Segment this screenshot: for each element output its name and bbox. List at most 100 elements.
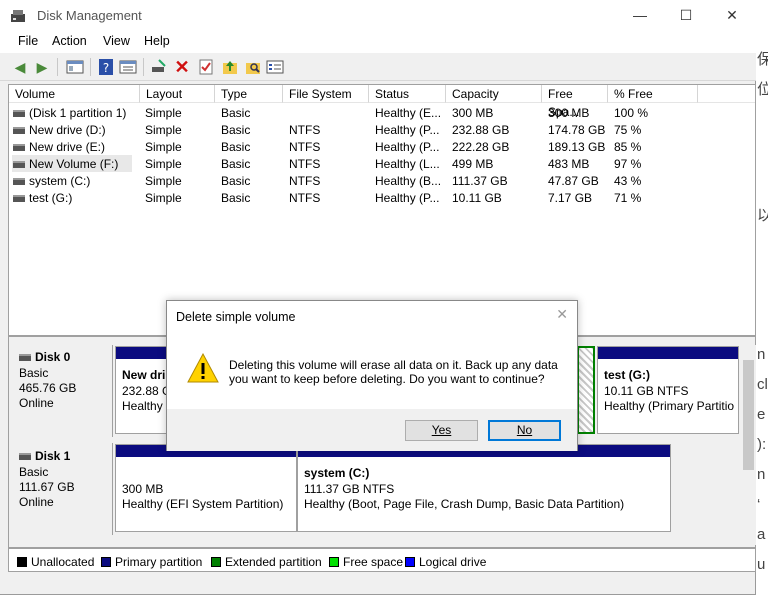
column-header-percent-free[interactable]: % Free (608, 85, 698, 103)
partition-new-drive-d[interactable]: New dri 232.88 G Healthy (115, 346, 171, 434)
volume-cell[interactable]: New Volume (F:) (29, 156, 145, 173)
column-header-empty (698, 85, 755, 103)
legend: Unallocated Primary partition Extended p… (8, 548, 756, 572)
column-header-type[interactable]: Type (215, 85, 283, 103)
drive-icon (13, 144, 25, 151)
minimize-button[interactable]: — (617, 0, 663, 31)
volume-cell: 75 % (614, 123, 642, 137)
disk-0-label[interactable]: Disk 0 Basic 465.76 GB Online (9, 345, 113, 437)
partition-test-g[interactable]: test (G:) 10.11 GB NTFS Healthy (Primary… (597, 346, 739, 434)
dialog-message: Deleting this volume will erase all data… (229, 358, 558, 386)
disk-icon (19, 453, 31, 460)
background-text-fragment: e (757, 406, 766, 423)
back-arrow-icon[interactable]: ◀ (11, 58, 29, 76)
volume-cell: NTFS (289, 140, 321, 154)
partition-system-c[interactable]: system (C:) 111.37 GB NTFS Healthy (Boot… (297, 444, 671, 532)
dialog-close-button[interactable]: ✕ (556, 306, 568, 323)
help-icon[interactable]: ? (97, 58, 115, 76)
check-icon[interactable] (197, 58, 215, 76)
volume-cell: NTFS (289, 174, 321, 188)
volume-cell: 222.28 GB (452, 140, 510, 154)
volume-cell[interactable]: New drive (E:) (29, 139, 145, 156)
partition-efi[interactable]: 300 MB Healthy (EFI System Partition) (115, 444, 297, 532)
column-header-capacity[interactable]: Capacity (446, 85, 542, 103)
volume-cell: Basic (221, 123, 251, 137)
volume-cell: Basic (221, 191, 251, 205)
volume-list: Volume Layout Type File System Status Ca… (8, 84, 756, 336)
maximize-button[interactable]: ☐ (663, 0, 709, 31)
console-tree-icon[interactable] (66, 58, 84, 76)
column-header-volume[interactable]: Volume (9, 85, 140, 103)
drive-icon (13, 195, 25, 202)
drive-icon (13, 178, 25, 185)
background-text-fragment: 以 (757, 207, 768, 224)
background-text-fragment: 保 (757, 51, 768, 68)
menu-file[interactable]: File (18, 34, 38, 48)
volume-cell: Healthy (B... (375, 174, 442, 188)
partition-size: 300 MB (122, 482, 164, 496)
volume-cell[interactable]: (Disk 1 partition 1) (29, 105, 145, 122)
forward-arrow-icon[interactable]: ▶ (33, 58, 51, 76)
delete-icon[interactable]: ✕ (173, 58, 191, 76)
window-title: Disk Management (37, 8, 142, 23)
volume-cell: 189.13 GB (548, 140, 606, 154)
volume-cell: Healthy (P... (375, 191, 440, 205)
dialog-title: Delete simple volume (176, 310, 296, 324)
partition-size: 232.88 G (122, 384, 172, 398)
drive-icon (13, 127, 25, 134)
partition-size: 111.37 GB NTFS (304, 482, 395, 496)
legend-label: Extended partition (225, 555, 322, 569)
partition-status: Healthy (122, 399, 163, 413)
volume-cell: NTFS (289, 123, 321, 137)
legend-swatch-primary (101, 557, 111, 567)
column-header-layout[interactable]: Layout (140, 85, 215, 103)
extended-partition[interactable] (577, 346, 595, 434)
volume-cell: 100 % (614, 106, 649, 120)
close-button[interactable]: ✕ (709, 0, 755, 31)
volume-cell: 300 MB (548, 106, 590, 120)
legend-label: Logical drive (419, 555, 487, 569)
partition-title: test (G:) (604, 368, 650, 382)
background-text-fragment: ‘ (757, 496, 761, 513)
column-header-free-space[interactable]: Free Spa... (542, 85, 608, 119)
volume-cell: NTFS (289, 191, 321, 205)
list-icon[interactable] (266, 58, 284, 76)
volume-cell: 300 MB (452, 106, 494, 120)
volume-cell[interactable]: test (G:) (29, 190, 145, 207)
volume-cell[interactable]: system (C:) (29, 173, 145, 190)
scrollbar-thumb[interactable] (743, 360, 754, 470)
title-bar: Disk Management — ☐ ✕ (0, 0, 756, 31)
volume-cell[interactable]: New drive (D:) (29, 122, 145, 139)
menu-help[interactable]: Help (144, 34, 170, 48)
volume-cell: Simple (145, 191, 182, 205)
drive-icon (13, 110, 25, 117)
volume-cell: 10.11 GB (452, 191, 502, 205)
volume-cell: Basic (221, 106, 251, 120)
volume-cell: Basic (221, 140, 251, 154)
menu-view[interactable]: View (103, 34, 130, 48)
volume-cell: Simple (145, 157, 182, 171)
legend-label: Primary partition (115, 555, 203, 569)
yes-button[interactable]: Yes (405, 420, 478, 441)
properties-icon[interactable] (119, 58, 137, 76)
legend-swatch-extended (211, 557, 221, 567)
column-header-file-system[interactable]: File System (283, 85, 369, 103)
volume-cell: 85 % (614, 140, 642, 154)
search-folder-icon[interactable] (244, 58, 262, 76)
no-label: No (516, 423, 533, 437)
no-button[interactable]: No (488, 420, 561, 441)
warning-icon (187, 353, 219, 383)
disk-0-size: 465.76 GB (19, 381, 77, 395)
disk-0-state: Online (19, 396, 54, 410)
disk-map-scrollbar[interactable] (741, 345, 756, 545)
volume-cell: Simple (145, 174, 182, 188)
menu-action[interactable]: Action (52, 34, 87, 48)
volume-cell: 71 % (614, 191, 642, 205)
up-folder-icon[interactable] (221, 58, 239, 76)
volume-cell: 174.78 GB (548, 123, 606, 137)
disk-1-label[interactable]: Disk 1 Basic 111.67 GB Online (9, 443, 113, 535)
connect-icon[interactable] (150, 58, 168, 76)
toolbar-separator (90, 58, 91, 76)
disk-1-state: Online (19, 495, 54, 509)
column-header-status[interactable]: Status (369, 85, 446, 103)
